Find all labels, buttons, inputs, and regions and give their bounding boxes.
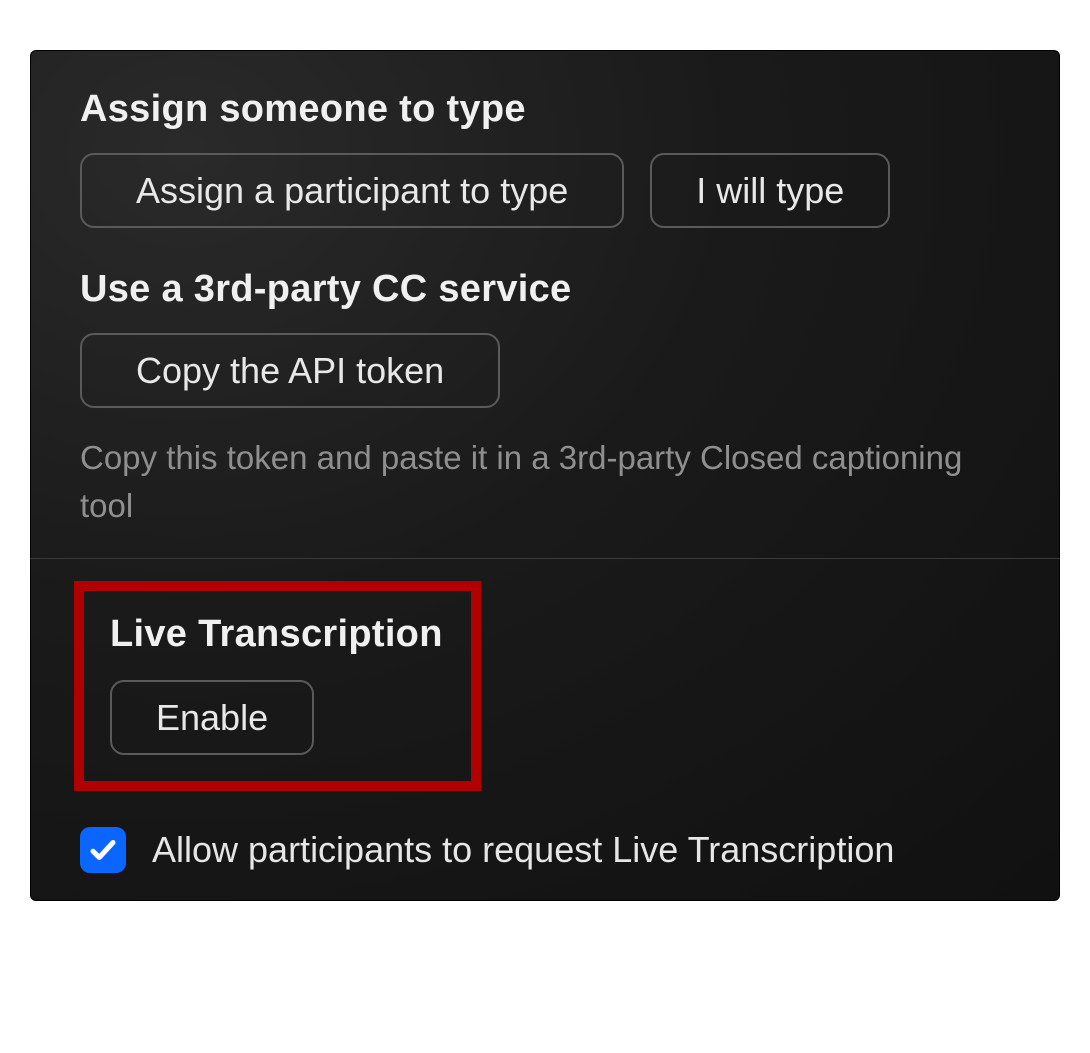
copy-api-token-button[interactable]: Copy the API token — [80, 333, 500, 408]
enable-live-transcription-button[interactable]: Enable — [110, 680, 314, 755]
section-assign-typer: Assign someone to type Assign a particip… — [30, 50, 1060, 558]
assign-button-row: Assign a participant to type I will type — [80, 153, 1010, 228]
copy-token-helper-text: Copy this token and paste it in a 3rd-pa… — [80, 434, 970, 530]
check-icon — [88, 835, 118, 865]
cc-settings-panel: Assign someone to type Assign a particip… — [30, 50, 1060, 901]
assign-participant-button[interactable]: Assign a participant to type — [80, 153, 624, 228]
allow-request-checkbox[interactable] — [80, 827, 126, 873]
heading-assign-typer: Assign someone to type — [80, 88, 1010, 131]
i-will-type-button[interactable]: I will type — [650, 153, 890, 228]
live-transcription-highlight: Live Transcription Enable — [74, 581, 481, 791]
heading-live-transcription: Live Transcription — [110, 613, 443, 656]
section-live-transcription: Live Transcription Enable Allow particip… — [30, 558, 1060, 901]
allow-request-row: Allow participants to request Live Trans… — [80, 827, 1010, 873]
heading-3rd-party-cc: Use a 3rd-party CC service — [80, 268, 1010, 311]
copy-token-row: Copy the API token — [80, 333, 1010, 408]
allow-request-label: Allow participants to request Live Trans… — [152, 829, 894, 871]
